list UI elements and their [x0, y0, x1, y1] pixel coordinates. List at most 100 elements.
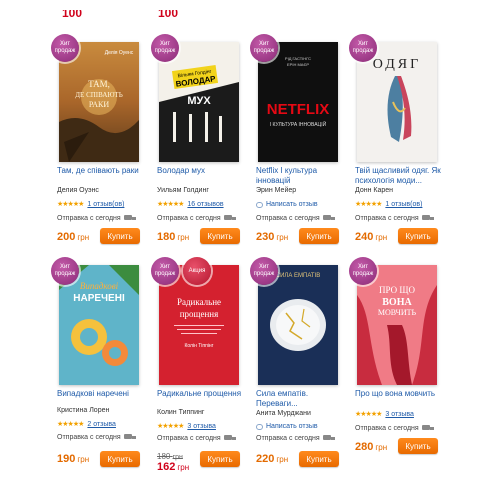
svg-text:МУХ: МУХ [187, 95, 211, 107]
buy-button[interactable]: Купить [299, 228, 339, 244]
book-cover[interactable]: Радикальне прощення Колін Тіппінг Хит пр… [151, 257, 239, 385]
price-value: 240 [355, 231, 374, 243]
svg-text:НАРЕЧЕНІ: НАРЕЧЕНІ [73, 293, 125, 304]
svg-text:ВОНА: ВОНА [382, 297, 412, 308]
product-author: Уильям Голдинг [157, 187, 209, 194]
comment-icon [256, 423, 263, 430]
buy-button[interactable]: Купить [200, 451, 240, 467]
product-card: Випадкові НАРЕЧЕНІ Хит продаж Випадкові … [51, 257, 147, 467]
hit-badge: Хит продаж [250, 34, 278, 62]
shipping-label: Отправка с сегодня [355, 215, 419, 222]
product-rating: ★★★★★ 3 отзыва [157, 422, 216, 431]
book-cover[interactable]: РІД ГАСТІНГС ЕРІН МАЄР NETFLIX І КУЛЬТУР… [250, 34, 338, 162]
product-title[interactable]: Твій щасливий одяг. Як психологія моди..… [355, 166, 445, 186]
svg-text:Делія Оуенс: Делія Оуенс [105, 50, 134, 56]
product-title[interactable]: Netflix І культура інновацій [256, 166, 346, 186]
shipping-label: Отправка с сегодня [256, 435, 320, 442]
price-currency: грн [77, 455, 90, 464]
buy-button[interactable]: Купить [100, 228, 140, 244]
product-card: ТАМ, ДЕ СПІВАЮТЬ РАКИ Делія Оуенс Хит пр… [51, 34, 147, 244]
product-title[interactable]: Там, де співають раки [57, 166, 147, 176]
old-price-currency: грн [172, 454, 183, 461]
hit-badge: Хит продаж [349, 257, 377, 285]
svg-text:Випадкові: Випадкові [80, 281, 119, 291]
reviews-link[interactable]: 1 отзыв(ов) [385, 200, 422, 209]
svg-text:NETFLIX: NETFLIX [267, 101, 330, 118]
svg-text:СИЛА ЕМПАТІВ: СИЛА ЕМПАТІВ [276, 273, 320, 279]
book-cover[interactable]: СИЛА ЕМПАТІВ Хит продаж [250, 257, 338, 385]
product-rating: ★★★★★ 1 отзыв(ов) [57, 200, 124, 209]
hit-badge: Хит продаж [151, 257, 179, 285]
cut-off-price: 100 [158, 10, 178, 20]
svg-text:МОВЧИТЬ: МОВЧИТЬ [378, 308, 417, 317]
price-value: 200 [57, 231, 76, 243]
sale-badge: Акция [183, 257, 211, 285]
svg-text:РАКИ: РАКИ [89, 100, 110, 109]
hit-badge: Хит продаж [349, 34, 377, 62]
book-cover[interactable]: Випадкові НАРЕЧЕНІ Хит продаж [51, 257, 139, 385]
truck-icon [322, 435, 335, 442]
svg-text:прощення: прощення [180, 309, 219, 319]
price: 190 грн [57, 453, 89, 465]
svg-text:ПРО ЩО: ПРО ЩО [379, 285, 415, 295]
svg-text:ОДЯГ: ОДЯГ [373, 57, 421, 72]
reviews-link[interactable]: 3 отзыва [385, 410, 414, 419]
reviews-link[interactable]: 3 отзыва [187, 422, 216, 431]
book-cover[interactable]: ПРО ЩО ВОНА МОВЧИТЬ Хит продаж [349, 257, 437, 385]
svg-text:Радикальне: Радикальне [177, 297, 221, 307]
rating-stars: ★★★★★ [355, 411, 382, 418]
truck-icon [322, 215, 335, 222]
shipping-label: Отправка с сегодня [256, 215, 320, 222]
truck-icon [123, 215, 136, 222]
truck-icon [421, 425, 434, 432]
product-author: Эрин Мейер [256, 187, 297, 194]
book-cover[interactable]: ОДЯГ Хит продаж [349, 34, 437, 162]
price-value: 190 [57, 453, 76, 465]
buy-button[interactable]: Купить [398, 228, 438, 244]
product-title[interactable]: Випадкові наречені [57, 389, 147, 399]
rating-stars: ★★★★★ [157, 201, 184, 208]
product-title[interactable]: Радикальне прощення [157, 389, 247, 399]
hit-badge: Хит продаж [250, 257, 278, 285]
write-review[interactable]: Написать отзыв [256, 422, 318, 431]
price-value: 220 [256, 453, 275, 465]
reviews-link[interactable]: 1 отзыв(ов) [87, 200, 124, 209]
product-title[interactable]: Про що вона мовчить [355, 389, 445, 399]
price: 220 грн [256, 453, 288, 465]
price-currency: грн [276, 233, 289, 242]
book-cover[interactable]: Вільям Голдінг ВОЛОДАР МУХ Хит продаж [151, 34, 239, 162]
shipping-info: Отправка с сегодня [355, 214, 434, 223]
shipping-label: Отправка с сегодня [157, 215, 221, 222]
write-review[interactable]: Написать отзыв [256, 200, 318, 209]
buy-button[interactable]: Купить [200, 228, 240, 244]
price-value: 180 [157, 231, 176, 243]
buy-button[interactable]: Купить [100, 451, 140, 467]
price-value: 280 [355, 441, 374, 453]
product-title[interactable]: Володар мух [157, 166, 247, 176]
write-review-link[interactable]: Написать отзыв [266, 200, 318, 209]
rating-stars: ★★★★★ [57, 421, 84, 428]
svg-text:І КУЛЬТУРА ІННОВАЦІЙ: І КУЛЬТУРА ІННОВАЦІЙ [270, 120, 327, 128]
price: 180 грн [157, 231, 189, 243]
old-price: 180 грн [157, 452, 183, 461]
rating-stars: ★★★★★ [355, 201, 382, 208]
product-author: Колин Типпинг [157, 409, 205, 416]
shipping-info: Отправка с сегодня [256, 434, 335, 443]
shipping-info: Отправка с сегодня [256, 214, 335, 223]
reviews-link[interactable]: 2 отзыва [87, 420, 116, 429]
write-review-link[interactable]: Написать отзыв [266, 422, 318, 431]
truck-icon [421, 215, 434, 222]
buy-button[interactable]: Купить [299, 451, 339, 467]
product-rating: ★★★★★ 2 отзыва [57, 420, 116, 429]
truck-icon [223, 215, 236, 222]
sale-price: 162 грн [157, 461, 189, 473]
buy-button[interactable]: Купить [398, 438, 438, 454]
svg-text:ТАМ,: ТАМ, [88, 79, 110, 89]
product-card: Вільям Голдінг ВОЛОДАР МУХ Хит продаж Во… [151, 34, 247, 244]
shipping-label: Отправка с сегодня [157, 435, 221, 442]
shipping-info: Отправка с сегодня [57, 214, 136, 223]
book-cover[interactable]: ТАМ, ДЕ СПІВАЮТЬ РАКИ Делія Оуенс Хит пр… [51, 34, 139, 162]
reviews-link[interactable]: 16 отзывов [187, 200, 223, 209]
price-currency: грн [375, 233, 388, 242]
product-title[interactable]: Сила емпатів. Переваги... [256, 389, 346, 409]
